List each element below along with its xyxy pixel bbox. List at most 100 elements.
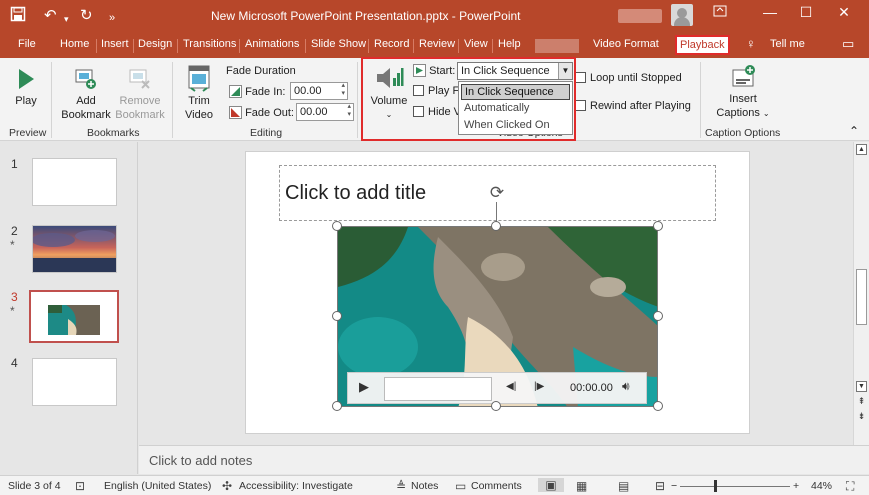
trim-video-button[interactable]: Trim Video (180, 64, 218, 122)
captions-label-1: Insert (729, 93, 757, 105)
slide-thumbnail-4[interactable] (32, 358, 117, 406)
status-bar: Slide 3 of 4 ⊡ English (United States) ✣… (0, 475, 869, 495)
language-indicator[interactable]: English (United States) (104, 480, 211, 492)
notes-icon[interactable]: ≜ (396, 479, 406, 493)
fade-out-input[interactable]: 00.00 (296, 103, 354, 121)
fit-to-window-icon[interactable]: ⛶ (846, 479, 854, 494)
resize-handle[interactable] (332, 221, 342, 231)
avatar[interactable] (671, 4, 693, 26)
reading-view-icon[interactable]: ▤ (618, 479, 629, 493)
loop-until-stopped-checkbox[interactable]: Loop until Stopped (575, 72, 682, 84)
previous-slide-icon[interactable]: ⇞ (856, 397, 867, 408)
move-back-icon[interactable]: ◀| (506, 381, 516, 392)
tab-playback[interactable]: Playback (675, 35, 730, 55)
remove-bookmark-button[interactable]: Remove Bookmark (114, 66, 166, 122)
play-icon[interactable]: ▶ (359, 379, 369, 395)
remove-bookmark-label-1: Remove (119, 95, 161, 107)
fade-out-label: Fade Out: (245, 107, 294, 119)
video-player-controls: ▶ ◀| |▶ 00:00.00 🔊︎ (347, 372, 647, 404)
scrollbar-thumb[interactable] (856, 269, 867, 325)
zoom-slider[interactable] (680, 486, 790, 487)
volume-icon[interactable]: 🔊︎ (622, 379, 630, 394)
tell-me-search[interactable]: Tell me (770, 38, 805, 50)
title-bar: ↶ ▾ ↻ » New Microsoft PowerPoint Present… (0, 0, 869, 33)
video-progress-bar[interactable] (384, 377, 492, 401)
more-icon[interactable]: » (109, 8, 115, 28)
resize-handle[interactable] (653, 221, 663, 231)
resize-handle[interactable] (332, 401, 342, 411)
slide-number-3: 3 (11, 290, 18, 304)
document-title: New Microsoft PowerPoint Presentation.pp… (211, 9, 521, 23)
undo-icon[interactable]: ↶ (44, 6, 57, 26)
trim-label-1: Trim (188, 95, 210, 107)
add-bookmark-button[interactable]: Add Bookmark (60, 66, 112, 122)
zoom-level[interactable]: 44% (811, 480, 832, 492)
accessibility-icon[interactable]: ✣ (222, 479, 232, 493)
insert-captions-button[interactable]: Insert Captions ⌄ (710, 64, 776, 121)
spelling-icon[interactable]: ⊡ (75, 479, 85, 493)
slide-number-1: 1 (11, 157, 18, 171)
undo-dropdown-icon[interactable]: ▾ (64, 9, 69, 29)
vertical-scrollbar[interactable]: ▲ ▼ ⇞ ⇟ (853, 142, 869, 445)
comments-icon[interactable]: ▭ (455, 479, 466, 493)
zoom-in-icon[interactable]: + (793, 480, 799, 492)
rewind-after-playing-checkbox[interactable]: Rewind after Playing (575, 100, 691, 112)
zoom-slider-knob[interactable] (714, 480, 717, 492)
group-bookmarks: Bookmarks (87, 127, 140, 139)
fade-in-input[interactable]: 00.00 (290, 82, 348, 100)
close-icon[interactable]: ✕ (829, 4, 859, 21)
slide-thumbnail-3[interactable] (29, 290, 119, 343)
redo-icon[interactable]: ↻ (80, 6, 93, 26)
fade-in-label: Fade In: (245, 86, 286, 98)
notes-pane[interactable]: Click to add notes (139, 445, 869, 474)
tab-insert[interactable]: Insert (101, 38, 129, 50)
tab-view[interactable]: View (464, 38, 488, 50)
scroll-down-icon[interactable]: ▼ (856, 381, 867, 392)
resize-handle[interactable] (491, 401, 501, 411)
tab-animations[interactable]: Animations (245, 38, 299, 50)
scroll-up-icon[interactable]: ▲ (856, 144, 867, 155)
next-slide-icon[interactable]: ⇟ (856, 412, 867, 423)
slide-thumbnail-1[interactable] (32, 158, 117, 206)
maximize-icon[interactable]: ☐ (791, 4, 821, 21)
tab-home[interactable]: Home (60, 38, 89, 50)
fade-out-row: Fade Out: (229, 106, 294, 119)
resize-handle[interactable] (653, 401, 663, 411)
slide-sorter-icon[interactable]: ▦ (576, 479, 587, 493)
loop-label: Loop until Stopped (590, 72, 682, 84)
group-caption-options: Caption Options (705, 127, 781, 139)
slide-thumbnail-2[interactable] (32, 225, 117, 273)
resize-handle[interactable] (653, 311, 663, 321)
rotate-handle-icon[interactable]: ⟳ (488, 184, 506, 202)
collapse-ribbon-icon[interactable]: ⌃ (849, 124, 859, 138)
tab-help[interactable]: Help (498, 38, 521, 50)
resize-handle[interactable] (332, 311, 342, 321)
comments-icon[interactable]: ▭ (842, 36, 854, 52)
tab-slide-show[interactable]: Slide Show (311, 38, 366, 50)
notes-button[interactable]: Notes (411, 480, 438, 492)
animation-star-icon: * (10, 304, 15, 318)
minimize-icon[interactable]: — (755, 4, 785, 20)
tab-record[interactable]: Record (374, 38, 409, 50)
ribbon-display-icon[interactable] (705, 4, 735, 20)
tab-file[interactable]: File (18, 38, 36, 50)
comments-button[interactable]: Comments (471, 480, 522, 492)
tab-transitions[interactable]: Transitions (183, 38, 236, 50)
slide-number-2: 2 (11, 224, 18, 238)
captions-label-2-row: Captions ⌄ (710, 106, 776, 121)
tab-video-format[interactable]: Video Format (593, 38, 659, 50)
slide-show-icon[interactable]: ⊟ (655, 479, 665, 493)
play-button[interactable]: Play (10, 66, 42, 108)
remove-bookmark-label-2: Bookmark (115, 109, 165, 121)
accessibility-status[interactable]: Accessibility: Investigate (239, 480, 353, 492)
tab-design[interactable]: Design (138, 38, 172, 50)
save-icon[interactable] (10, 6, 26, 28)
resize-handle[interactable] (491, 221, 501, 231)
insert-captions-icon (732, 65, 755, 87)
lightbulb-icon[interactable]: ♀ (746, 36, 756, 51)
zoom-out-icon[interactable]: − (671, 480, 677, 492)
move-forward-icon[interactable]: |▶ (534, 381, 544, 392)
normal-view-icon[interactable]: ▣ (538, 478, 564, 492)
ribbon-tabs: File Home Insert Design Transitions Anim… (0, 33, 869, 58)
tab-review[interactable]: Review (419, 38, 455, 50)
